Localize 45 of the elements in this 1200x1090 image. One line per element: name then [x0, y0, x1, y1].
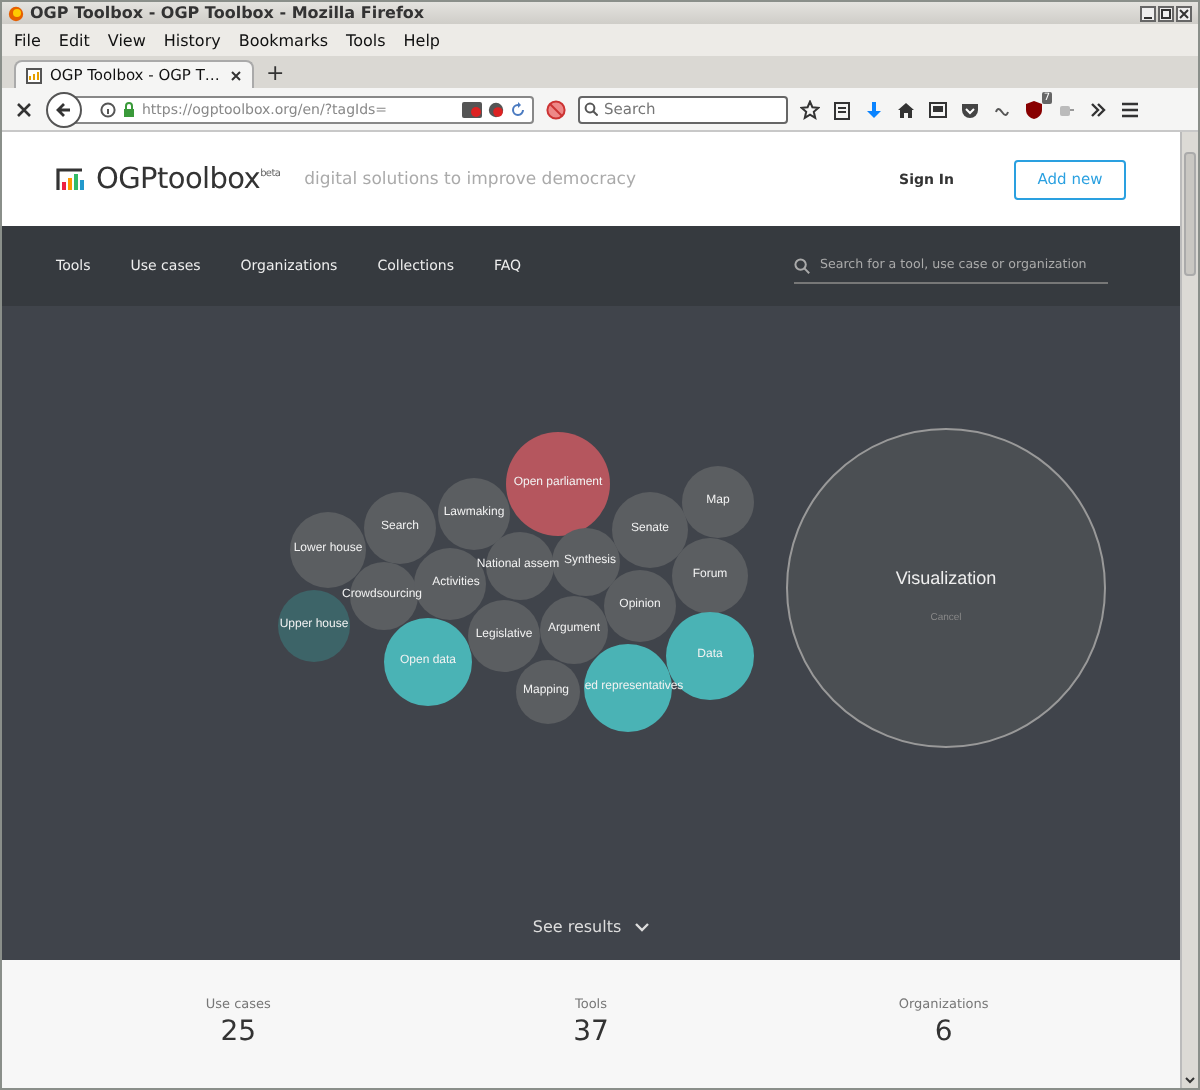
- blocked-media-icon[interactable]: [488, 101, 504, 117]
- new-tab-button[interactable]: +: [266, 60, 285, 88]
- menu-item[interactable]: File: [14, 31, 41, 49]
- lock-icon: [122, 101, 136, 117]
- scroll-down-icon[interactable]: [1182, 1072, 1198, 1088]
- menu-item[interactable]: Bookmarks: [238, 31, 329, 49]
- back-button[interactable]: [46, 91, 82, 127]
- menu-item[interactable]: View: [107, 31, 146, 49]
- menu-item[interactable]: Edit: [58, 31, 90, 49]
- logo-text: OGPtoolbox$^{beta}$: [96, 163, 281, 195]
- shield-icon[interactable]: [1024, 99, 1044, 119]
- stat-value: 25: [220, 1016, 257, 1048]
- maximize-button[interactable]: [1158, 5, 1174, 21]
- minimize-button[interactable]: [1140, 5, 1156, 21]
- overflow-icon[interactable]: [1088, 99, 1108, 119]
- chart-icon: [26, 67, 42, 83]
- search-icon: [584, 102, 598, 116]
- pocket-icon[interactable]: [960, 99, 980, 119]
- stat-value: 37: [573, 1016, 609, 1048]
- blocked-content-icon[interactable]: [462, 101, 482, 117]
- chevron-down-icon: [633, 921, 650, 933]
- screenshot-icon[interactable]: [928, 99, 948, 119]
- home-icon[interactable]: [896, 99, 916, 119]
- reload-icon[interactable]: [510, 101, 526, 117]
- menu-icon[interactable]: [1120, 99, 1140, 119]
- scrollbar[interactable]: [1180, 132, 1198, 1088]
- search-icon: [794, 258, 810, 274]
- clipboard-icon[interactable]: [832, 99, 852, 119]
- close-icon[interactable]: [230, 69, 242, 81]
- star-icon[interactable]: [800, 99, 820, 119]
- download-icon[interactable]: [864, 99, 884, 119]
- close-button[interactable]: [1176, 5, 1192, 21]
- logo-icon: [56, 167, 84, 191]
- back-arrow-icon: [54, 99, 74, 119]
- selected-tag-label: Visualization: [895, 568, 997, 588]
- firefox-icon: [8, 5, 24, 21]
- blocker-icon[interactable]: [546, 99, 566, 119]
- menu-item[interactable]: History: [163, 31, 221, 49]
- menu-item[interactable]: Tools: [346, 31, 386, 49]
- tagline: digital solutions to improve democracy: [304, 169, 638, 189]
- menu-item[interactable]: Help: [403, 31, 441, 49]
- window-title: OGP Toolbox - OGP Toolbox - Mozilla Firefox: [30, 4, 427, 22]
- info-icon: [100, 101, 116, 117]
- stat-value: 6: [934, 1016, 953, 1048]
- see-results-link[interactable]: See results: [532, 918, 650, 936]
